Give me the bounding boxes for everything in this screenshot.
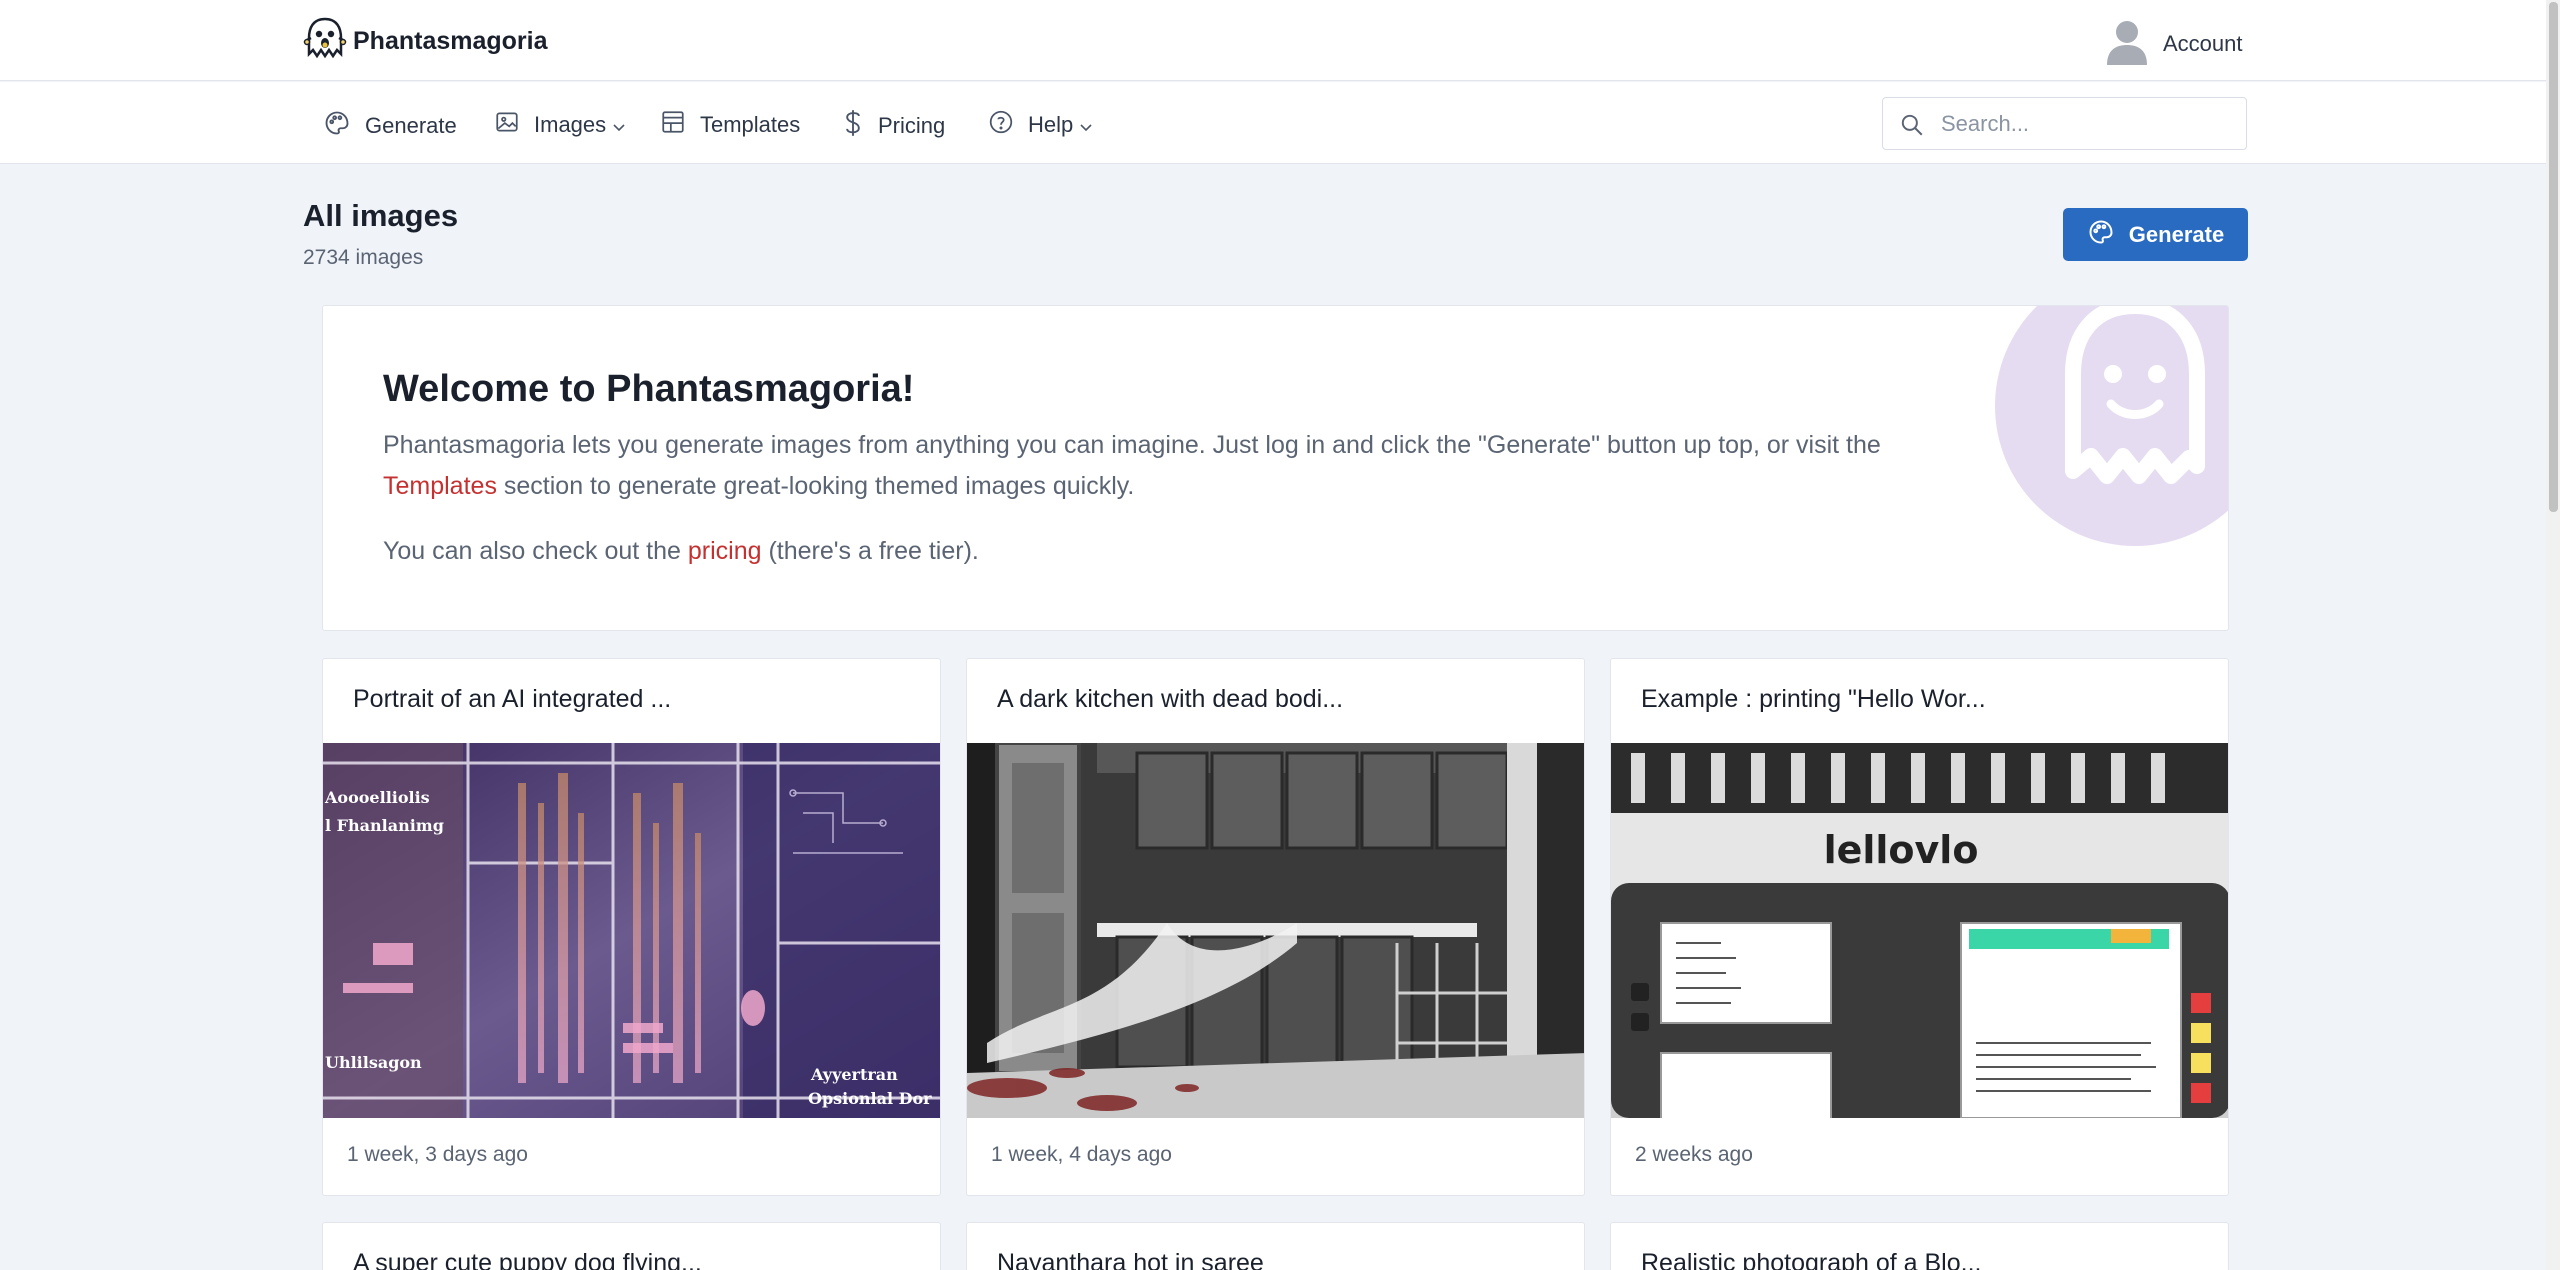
template-icon: [660, 109, 686, 141]
ghost-icon: [1995, 306, 2228, 551]
nav-templates-label: Templates: [700, 112, 801, 137]
pricing-text: (there's a free tier).: [761, 537, 979, 565]
welcome-panel: Welcome to Phantasmagoria! Phantasmagori…: [322, 305, 2229, 631]
image-card[interactable]: A dark kitchen with dead bodi... 1 week,…: [966, 658, 1585, 1196]
nav-help[interactable]: Help: [988, 109, 1093, 141]
image-card[interactable]: Example : printing "Hello Wor... lellovl…: [1610, 658, 2229, 1196]
chevron-down-icon: [612, 112, 626, 138]
card-title: A super cute puppy dog flying...: [353, 1249, 702, 1270]
user-avatar-icon: [2105, 17, 2149, 70]
image-card[interactable]: Realistic photograph of a Blo...: [1610, 1222, 2229, 1270]
image-caption: Uhlilsagon: [325, 1053, 422, 1072]
nav-templates[interactable]: Templates: [660, 109, 800, 141]
page-title: All images: [303, 198, 459, 233]
image-card[interactable]: Portrait of an AI integrated ... Aoooell…: [322, 658, 941, 1196]
nav-pricing[interactable]: Pricing: [842, 109, 945, 143]
welcome-text: section to generate great-looking themed…: [496, 472, 1135, 500]
main-nav: Generate Images Templates Pricing Help S…: [0, 82, 2546, 164]
palette-icon: [2087, 218, 2115, 252]
card-date: 1 week, 3 days ago: [347, 1143, 528, 1166]
nav-generate[interactable]: Generate: [323, 109, 457, 143]
image-caption: Aoooelliolis: [324, 788, 430, 807]
nav-generate-label: Generate: [365, 113, 457, 138]
card-image[interactable]: [967, 743, 1584, 1118]
search-input[interactable]: [1941, 108, 2231, 140]
welcome-text: Phantasmagoria lets you generate images …: [383, 431, 1881, 459]
nav-images-label: Images: [534, 112, 607, 137]
card-date: 2 weeks ago: [1635, 1143, 1753, 1166]
image-caption: Opsionlal Dor: [808, 1089, 932, 1108]
generate-button[interactable]: Generate: [2063, 208, 2248, 261]
card-image[interactable]: lellovlo: [1611, 743, 2228, 1118]
welcome-title: Welcome to Phantasmagoria!: [383, 368, 915, 410]
question-circle-icon: [988, 109, 1014, 141]
image-caption: l Fhanlanimg: [325, 816, 444, 835]
card-title: Portrait of an AI integrated ...: [353, 685, 672, 713]
card-title: Realistic photograph of a Blo...: [1641, 1249, 1982, 1270]
brand-name: Phantasmagoria: [353, 27, 548, 55]
image-caption: Ayyertran: [810, 1065, 898, 1084]
pricing-text: You can also check out the: [383, 537, 688, 565]
pricing-paragraph: You can also check out the pricing (ther…: [383, 531, 1883, 572]
templates-link[interactable]: Templates: [383, 472, 497, 500]
search-box: [1882, 97, 2247, 150]
nav-help-label: Help: [1028, 112, 1074, 137]
top-bar: Phantasmagoria Account: [0, 0, 2546, 81]
palette-icon: [323, 109, 351, 143]
ghost-icon: [303, 16, 347, 67]
card-title: Nayanthara hot in saree: [997, 1249, 1264, 1270]
dollar-icon: [842, 109, 864, 143]
chevron-down-icon: [1079, 112, 1093, 138]
card-title: A dark kitchen with dead bodi...: [997, 685, 1344, 713]
brand-link[interactable]: Phantasmagoria: [303, 16, 548, 67]
nav-images[interactable]: Images: [494, 109, 626, 141]
image-caption: lellovlo: [1824, 828, 1979, 872]
image-card[interactable]: Nayanthara hot in saree: [966, 1222, 1585, 1270]
account-label: Account: [2163, 30, 2243, 56]
welcome-paragraph: Phantasmagoria lets you generate images …: [383, 425, 1883, 507]
card-title: Example : printing "Hello Wor...: [1641, 685, 1986, 713]
image-icon: [494, 109, 520, 141]
image-card[interactable]: A super cute puppy dog flying...: [322, 1222, 941, 1270]
image-count: 2734 images: [303, 246, 424, 269]
generate-button-label: Generate: [2128, 221, 2225, 247]
pricing-link[interactable]: pricing: [688, 537, 762, 565]
account-menu[interactable]: Account: [2105, 17, 2243, 70]
card-image[interactable]: Aoooelliolis l Fhanlanimg Uhlilsagon Ayy…: [323, 743, 940, 1118]
card-date: 1 week, 4 days ago: [991, 1143, 1172, 1166]
nav-pricing-label: Pricing: [878, 113, 946, 138]
scrollbar-thumb[interactable]: [2549, 2, 2558, 512]
